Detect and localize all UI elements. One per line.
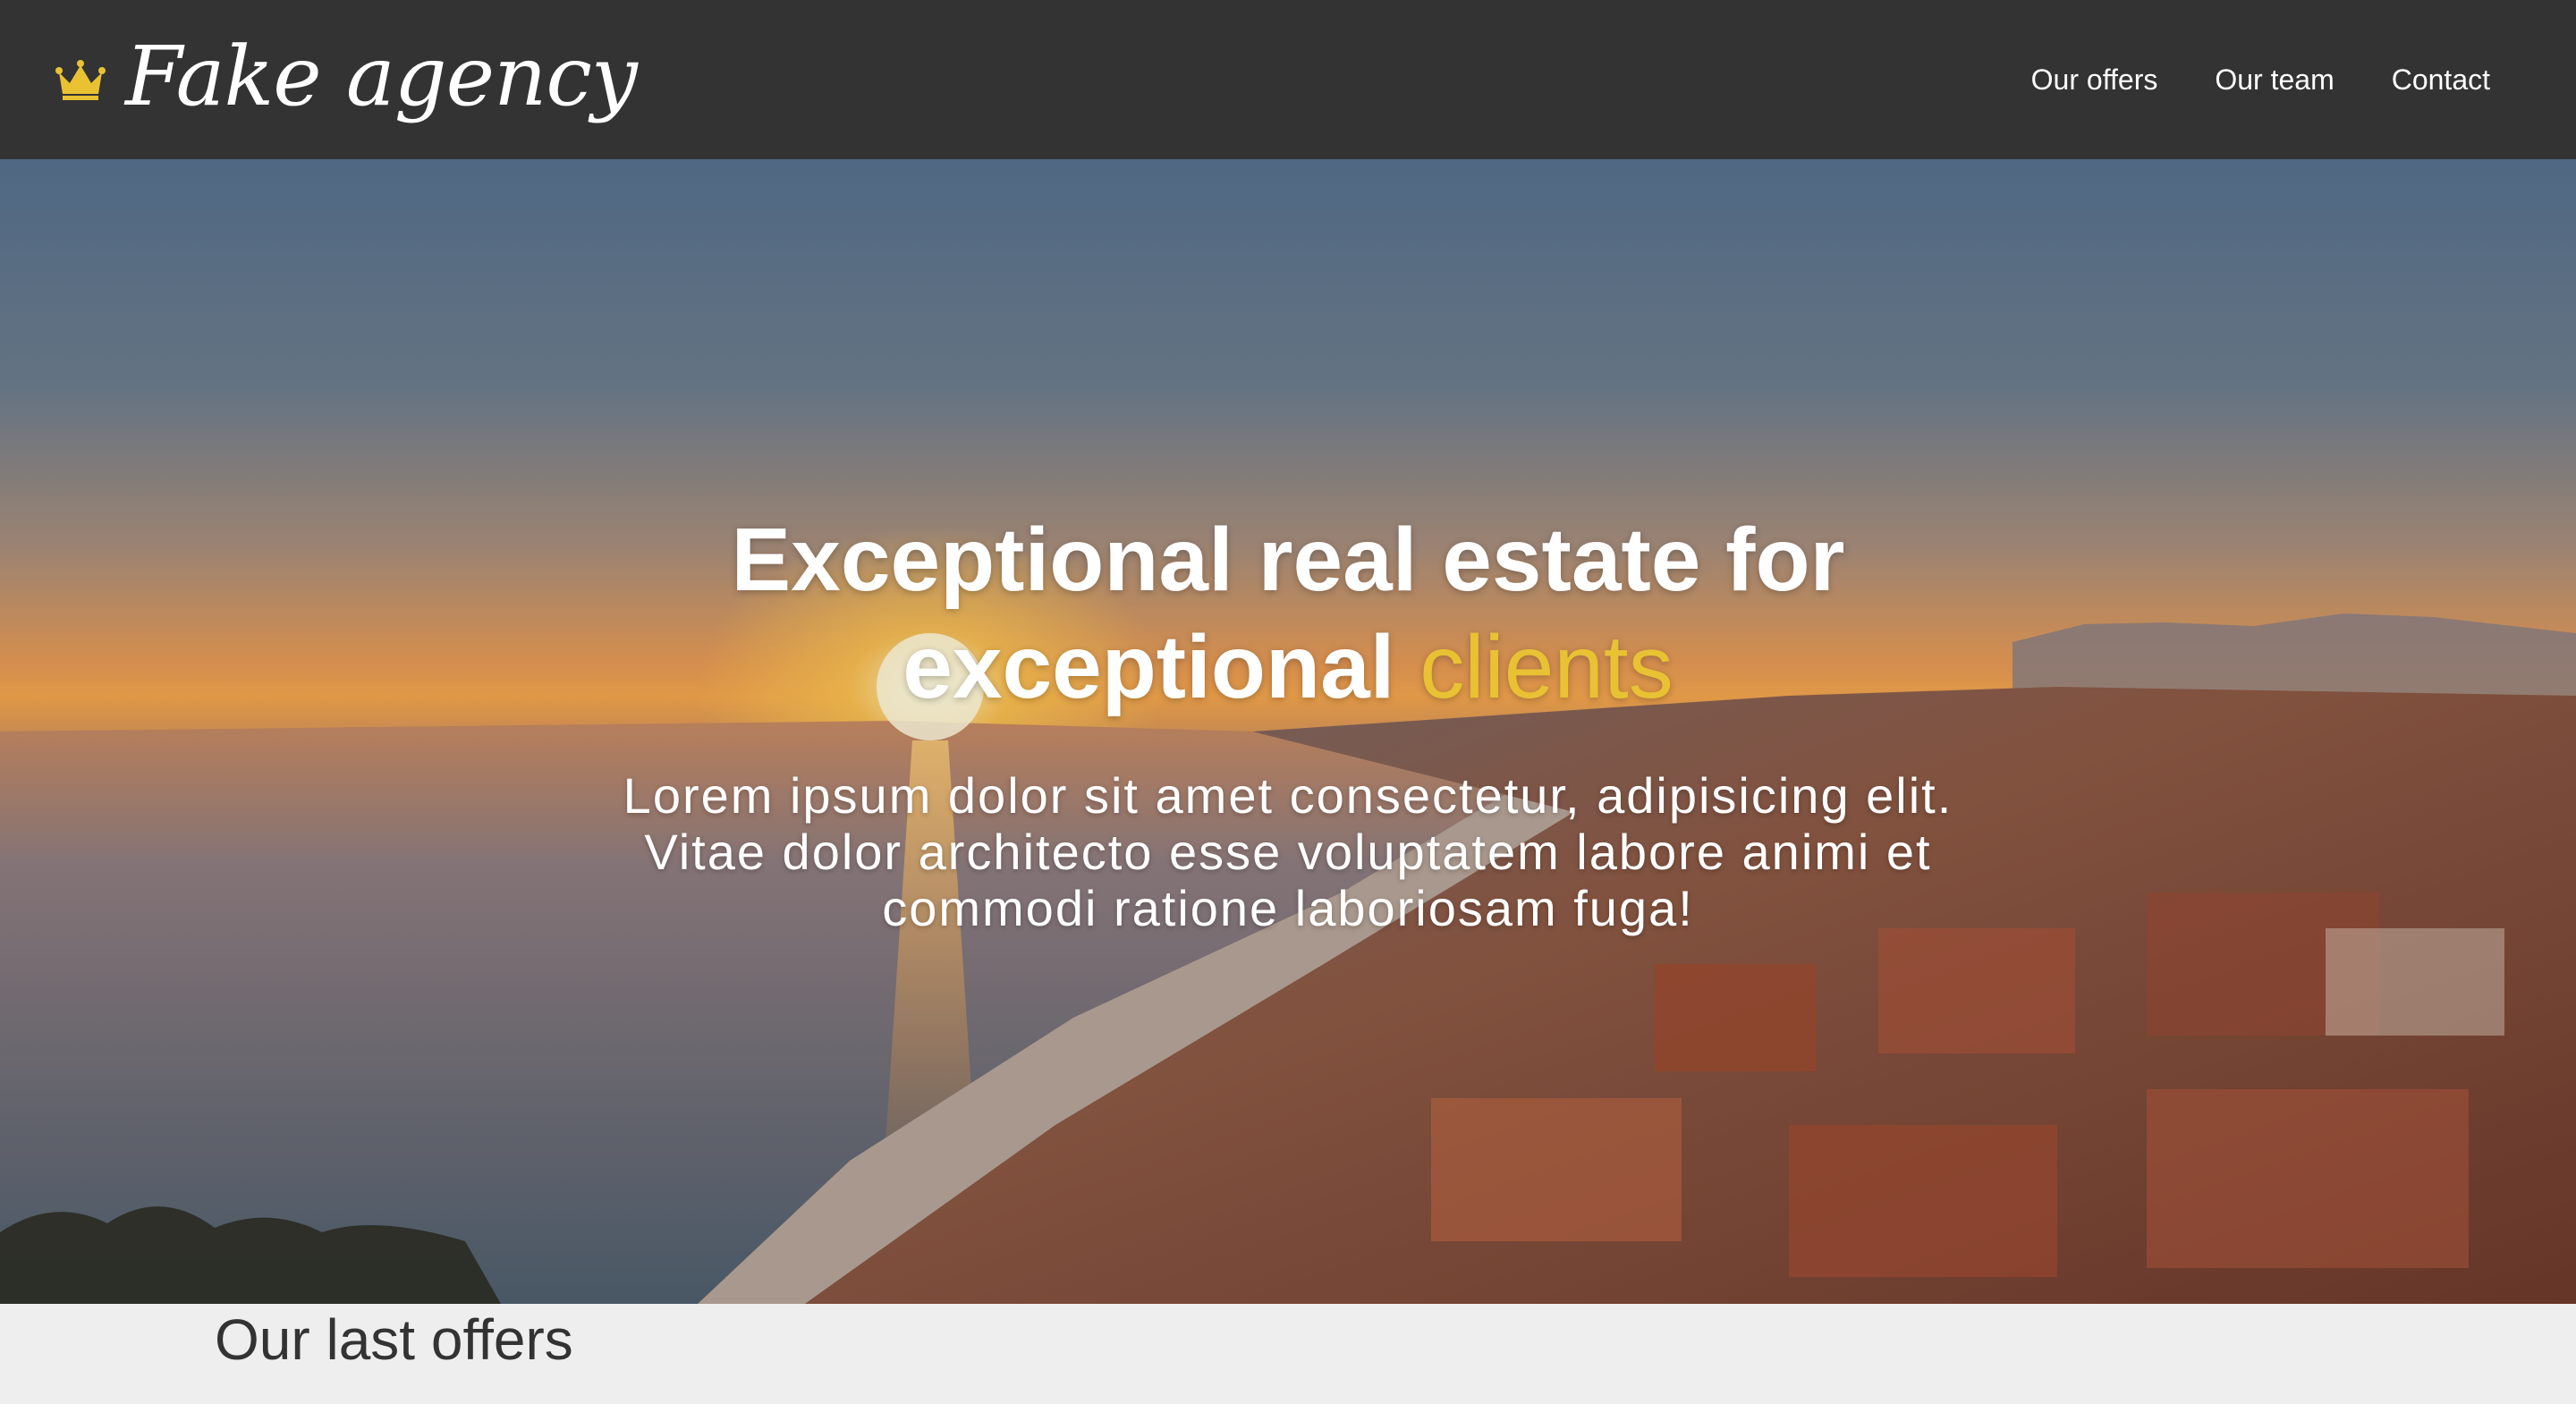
hero-title: Exceptional real estate for exceptional … (0, 506, 2576, 721)
hero-section: Exceptional real estate for exceptional … (0, 159, 2576, 1304)
hero-title-line2-main: exceptional (902, 617, 1395, 717)
hero-description: Lorem ipsum dolor sit amet consectetur, … (623, 767, 1953, 936)
nav-link-our-team[interactable]: Our team (2215, 63, 2334, 97)
top-navbar: Fake agency Our offers Our team Contact (0, 0, 2576, 159)
nav-link-our-offers[interactable]: Our offers (2031, 63, 2158, 97)
brand[interactable]: Fake agency (55, 36, 638, 118)
hero-content: Exceptional real estate for exceptional … (0, 159, 2576, 1304)
last-offers-section: Our last offers (0, 1304, 2576, 1404)
offers-heading: Our last offers (215, 1307, 573, 1372)
hero-title-accent: clients (1419, 617, 1674, 717)
main-nav: Our offers Our team Contact (2031, 63, 2490, 97)
hero-title-line1: Exceptional real estate for (731, 510, 1845, 610)
nav-link-contact[interactable]: Contact (2392, 63, 2490, 97)
crown-icon (55, 60, 106, 100)
brand-name: Fake agency (125, 29, 638, 124)
